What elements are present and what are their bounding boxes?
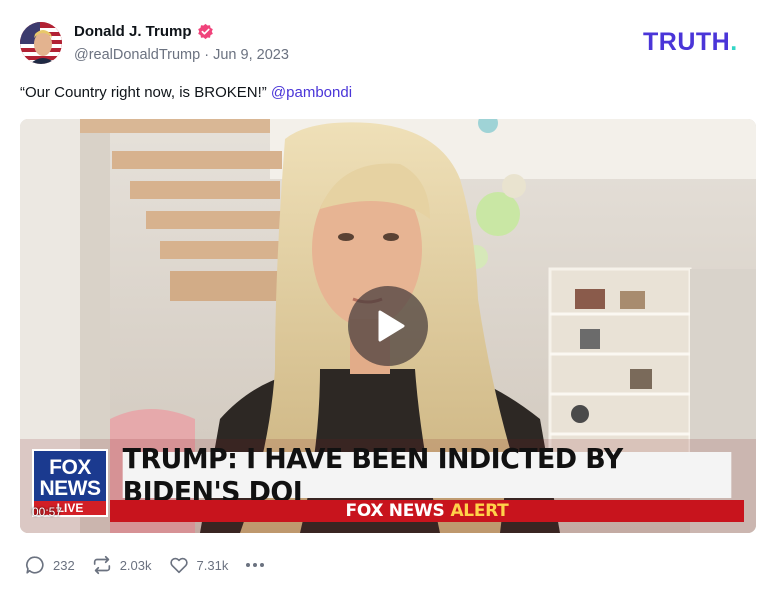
retruth-icon	[93, 555, 110, 575]
news-headline: TRUMP: I HAVE BEEN INDICTED BY BIDEN'S D…	[122, 442, 732, 508]
logo-line-fox: FOX	[49, 456, 91, 479]
brand-word: TRUTH	[643, 28, 731, 56]
reply-icon	[26, 556, 44, 574]
retruth-count: 2.03k	[119, 557, 152, 573]
post-date[interactable]: Jun 9, 2023	[213, 47, 289, 63]
meta-separator: ·	[204, 47, 210, 63]
truth-post: Donald J. Trump @realDonaldTrump · Jun 9…	[0, 0, 777, 595]
heart-icon	[169, 557, 188, 574]
author-name[interactable]: Donald J. Trump	[74, 23, 214, 40]
play-button[interactable]	[348, 286, 428, 366]
post-actions: 232 2.03k 7.31k	[24, 554, 265, 576]
brand-dot: .	[730, 28, 738, 56]
like-button[interactable]: 7.31k	[168, 554, 229, 576]
verified-badge-icon	[197, 23, 213, 40]
retruth-button[interactable]: 2.03k	[91, 554, 152, 576]
post-body: “Our Country right now, is BROKEN!”	[20, 84, 267, 101]
author-handle[interactable]: @realDonaldTrump	[74, 47, 200, 63]
author-meta: @realDonaldTrump · Jun 9, 2023	[74, 47, 289, 63]
post-text: “Our Country right now, is BROKEN!” @pam…	[20, 84, 352, 101]
truth-social-logo[interactable]: TRUTH.	[643, 28, 738, 57]
more-options-button[interactable]	[246, 563, 265, 567]
like-count: 7.31k	[196, 557, 229, 573]
more-icon-dot	[253, 563, 258, 567]
more-icon	[246, 563, 251, 567]
more-icon-dot	[260, 563, 265, 567]
mention-link[interactable]: @pambondi	[271, 84, 352, 101]
logo-line-news: NEWS	[39, 477, 102, 500]
video-player[interactable]: FOX NEWS LIVE TRUMP: I HAVE BEEN INDICTE…	[20, 119, 756, 533]
reply-button[interactable]: 232	[24, 554, 75, 576]
reply-count: 232	[53, 557, 75, 573]
video-duration: 00:57	[32, 505, 63, 519]
author-name-text[interactable]: Donald J. Trump	[74, 23, 192, 40]
alert-prefix: FOX NEWS	[345, 501, 445, 521]
avatar[interactable]	[20, 22, 62, 64]
play-icon	[378, 310, 405, 342]
alert-suffix: ALERT	[450, 501, 509, 521]
news-alert-bar: FOX NEWS ALERT	[110, 500, 744, 522]
